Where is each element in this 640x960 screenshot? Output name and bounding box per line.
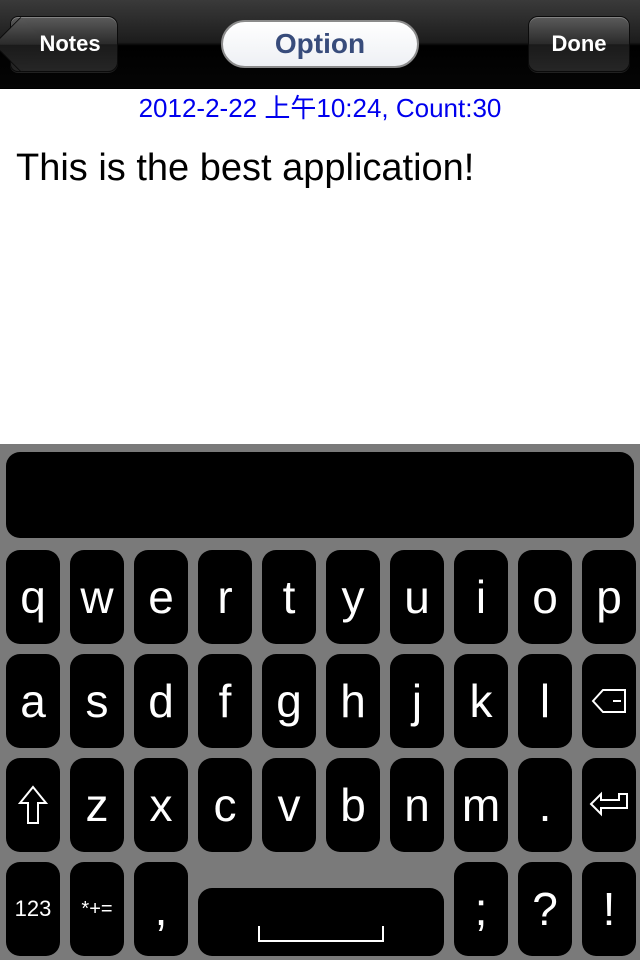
key-y[interactable]: y xyxy=(326,550,380,644)
key-l[interactable]: l xyxy=(518,654,572,748)
key-t[interactable]: t xyxy=(262,550,316,644)
key-k[interactable]: k xyxy=(454,654,508,748)
space-icon xyxy=(258,926,384,942)
key-question[interactable]: ? xyxy=(518,862,572,956)
key-exclaim[interactable]: ! xyxy=(582,862,636,956)
return-key[interactable] xyxy=(582,758,636,852)
note-text-area[interactable]: This is the best application! xyxy=(16,146,624,190)
option-segment-button[interactable]: Option xyxy=(221,20,419,68)
key-r[interactable]: r xyxy=(198,550,252,644)
space-key[interactable] xyxy=(198,888,444,956)
done-label: Done xyxy=(551,31,607,56)
key-w[interactable]: w xyxy=(70,550,124,644)
key-i[interactable]: i xyxy=(454,550,508,644)
key-p[interactable]: p xyxy=(582,550,636,644)
keyboard: q w e r t y u i o p a s d f g h j k l z … xyxy=(0,444,640,960)
key-comma[interactable]: , xyxy=(134,862,188,956)
key-x[interactable]: x xyxy=(134,758,188,852)
key-n[interactable]: n xyxy=(390,758,444,852)
key-v[interactable]: v xyxy=(262,758,316,852)
key-e[interactable]: e xyxy=(134,550,188,644)
option-label: Option xyxy=(274,28,366,59)
return-icon xyxy=(589,791,628,817)
shift-icon xyxy=(18,785,48,824)
key-z[interactable]: z xyxy=(70,758,124,852)
shift-key[interactable] xyxy=(6,758,60,852)
notes-back-button[interactable]: Notes xyxy=(10,16,118,72)
symbols-key[interactable]: *+= xyxy=(70,862,124,956)
key-period[interactable]: . xyxy=(518,758,572,852)
key-q[interactable]: q xyxy=(6,550,60,644)
key-g[interactable]: g xyxy=(262,654,316,748)
keyboard-suggestion-bar xyxy=(6,452,634,538)
key-f[interactable]: f xyxy=(198,654,252,748)
notes-back-label: Notes xyxy=(39,31,101,56)
key-h[interactable]: h xyxy=(326,654,380,748)
navigation-bar: Notes Option Done xyxy=(0,0,640,89)
done-button[interactable]: Done xyxy=(528,16,630,72)
key-j[interactable]: j xyxy=(390,654,444,748)
key-c[interactable]: c xyxy=(198,758,252,852)
key-u[interactable]: u xyxy=(390,550,444,644)
key-b[interactable]: b xyxy=(326,758,380,852)
key-o[interactable]: o xyxy=(518,550,572,644)
note-timestamp-count: 2012-2-22 上午10:24, Count:30 xyxy=(138,93,502,123)
key-a[interactable]: a xyxy=(6,654,60,748)
backspace-key[interactable] xyxy=(582,654,636,748)
key-d[interactable]: d xyxy=(134,654,188,748)
key-semicolon[interactable]: ; xyxy=(454,862,508,956)
key-m[interactable]: m xyxy=(454,758,508,852)
numbers-key[interactable]: 123 xyxy=(6,862,60,956)
backspace-icon xyxy=(591,689,626,713)
key-s[interactable]: s xyxy=(70,654,124,748)
